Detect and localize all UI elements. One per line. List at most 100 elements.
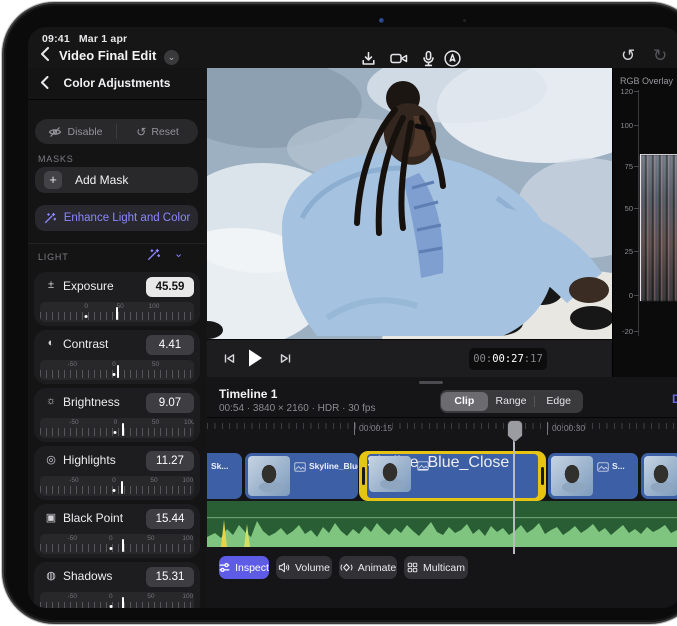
zero-dot [109, 547, 112, 550]
clip-skyline-blue-close-selected[interactable]: Skyline_Blue_Close [359, 451, 546, 501]
rgb-overlay-scope: RGB Overlay 120 100 75 50 25 0 -20 [612, 68, 677, 377]
masks-section-label: MASKS [38, 154, 74, 164]
undo-icon[interactable]: ↺ [621, 46, 635, 66]
tick-label: 0 [112, 361, 116, 368]
black-point-slider[interactable]: -50 0 50 100 [40, 534, 194, 554]
inspect-button[interactable]: Inspect [219, 556, 269, 579]
tick-label: 100 [182, 593, 193, 600]
zero-dot [112, 373, 115, 376]
brightness-slider[interactable]: -50 0 50 100 [40, 418, 194, 438]
volume-button[interactable]: Volume [276, 556, 332, 579]
mode-clip[interactable]: Clip [441, 392, 488, 411]
scope-tick: 25 [613, 247, 633, 256]
add-mask-button[interactable]: + Add Mask [35, 167, 198, 193]
value-marker[interactable] [117, 365, 119, 378]
highlights-value-field[interactable]: 11.27 [146, 451, 194, 471]
brightness-icon: ☼ [44, 395, 58, 407]
scope-waveform-left-edge [640, 154, 641, 301]
light-section-header: LIGHT ⌄ [28, 243, 206, 268]
ruler-major-tick [354, 422, 355, 435]
shadows-control: ◍ Shadows 15.31 -50 0 50 100 [34, 562, 200, 608]
value-marker[interactable] [122, 539, 124, 552]
scope-axis-line [638, 90, 639, 336]
multicam-grid-icon [407, 562, 418, 573]
clip-skyline-blue-wide[interactable]: Skyline_Blue_Wide [245, 453, 358, 499]
black-point-value-field[interactable]: 15.44 [146, 509, 194, 529]
timecode-display[interactable]: 00:00:27:17 [469, 348, 547, 370]
highlights-slider[interactable]: -50 0 50 100 [40, 476, 194, 496]
zero-dot [85, 315, 88, 318]
tick-label: 0 [112, 477, 116, 484]
clip-partial-right[interactable] [641, 453, 677, 499]
tick-label: 50 [152, 361, 159, 368]
scope-tick: 50 [613, 204, 633, 213]
disable-button[interactable]: Disable [35, 119, 116, 144]
value-marker[interactable] [122, 423, 124, 436]
front-camera-dot [379, 18, 384, 23]
control-label: Brightness [63, 395, 120, 409]
audio-track[interactable] [207, 501, 677, 547]
status-date: Mar 1 apr [79, 33, 128, 45]
value-marker[interactable] [116, 307, 118, 320]
tick-label: 0 [114, 419, 118, 426]
shadows-icon: ◍ [44, 569, 58, 582]
clip-s-truncated[interactable]: S... [548, 453, 638, 499]
mode-edge[interactable]: Edge [535, 392, 582, 411]
animate-button[interactable]: Animate [339, 556, 397, 579]
clipped-edge-button[interactable]: D [672, 392, 677, 408]
volume-speaker-icon [278, 562, 290, 573]
tick-label: -50 [68, 593, 77, 600]
tick-marks [40, 428, 194, 436]
collapse-chevron-icon[interactable]: ⌄ [174, 247, 183, 260]
exposure-slider[interactable]: 0 50 100 [40, 302, 194, 322]
panel-title: Color Adjustments [28, 76, 206, 90]
reset-button[interactable]: ↺ Reset [117, 119, 198, 144]
tick-label: -50 [69, 477, 78, 484]
scope-tick: 75 [613, 162, 633, 171]
tick-label: -50 [68, 361, 77, 368]
camera-icon[interactable] [389, 49, 408, 68]
import-icon[interactable] [359, 49, 378, 68]
skip-back-icon[interactable] [223, 352, 236, 365]
mic-icon[interactable] [419, 49, 438, 68]
clip-thumbnail [369, 456, 411, 492]
video-viewer[interactable] [207, 68, 612, 339]
shadows-value-field[interactable]: 15.31 [146, 567, 194, 587]
play-button[interactable] [247, 348, 263, 368]
highlights-control: ◎ Highlights 11.27 -50 0 50 100 [34, 446, 200, 500]
drag-handle[interactable] [419, 381, 443, 384]
auto-enhance-wand-icon[interactable] [146, 248, 160, 262]
pencil-tools-icon[interactable] [443, 49, 462, 68]
project-title[interactable]: Video Final Edit [59, 48, 156, 63]
back-chevron-icon[interactable] [40, 47, 50, 61]
shadows-slider[interactable]: -50 0 50 100 [40, 592, 194, 608]
skip-forward-icon[interactable] [279, 352, 292, 365]
left-trim-handle[interactable] [362, 467, 365, 485]
brightness-value-field[interactable]: 9.07 [146, 393, 194, 413]
scope-tick: -20 [613, 327, 633, 336]
right-trim-handle[interactable] [541, 467, 544, 485]
tick-label: 0 [84, 303, 88, 310]
tick-label: 100 [182, 535, 193, 542]
ruler-label: 00:00:30 [552, 423, 585, 433]
value-marker[interactable] [121, 481, 123, 494]
edit-mode-segment: Clip Range Edge [440, 390, 583, 413]
tick-label: 0 [109, 593, 113, 600]
light-section-label: LIGHT [38, 252, 69, 262]
playhead-handle[interactable] [507, 420, 523, 442]
value-marker[interactable] [122, 597, 124, 608]
contrast-control: ◐ Contrast 4.41 -50 0 50 [34, 330, 200, 384]
enhance-light-color-button[interactable]: Enhance Light and Color [35, 205, 198, 231]
exposure-value-field[interactable]: 45.59 [146, 277, 194, 297]
clip-skyline-partial[interactable]: Sk... [207, 453, 242, 499]
tick-label: -50 [68, 535, 77, 542]
photo-icon [294, 462, 306, 472]
contrast-value-field[interactable]: 4.41 [146, 335, 194, 355]
brightness-control: ☼ Brightness 9.07 -50 0 50 100 [34, 388, 200, 442]
mode-range[interactable]: Range [488, 392, 535, 411]
timeline-ruler[interactable] [207, 423, 677, 429]
contrast-slider[interactable]: -50 0 50 [40, 360, 194, 380]
multicam-button[interactable]: Multicam [404, 556, 468, 579]
control-label: Shadows [63, 569, 112, 583]
title-dropdown-icon[interactable]: ⌄ [164, 50, 179, 65]
